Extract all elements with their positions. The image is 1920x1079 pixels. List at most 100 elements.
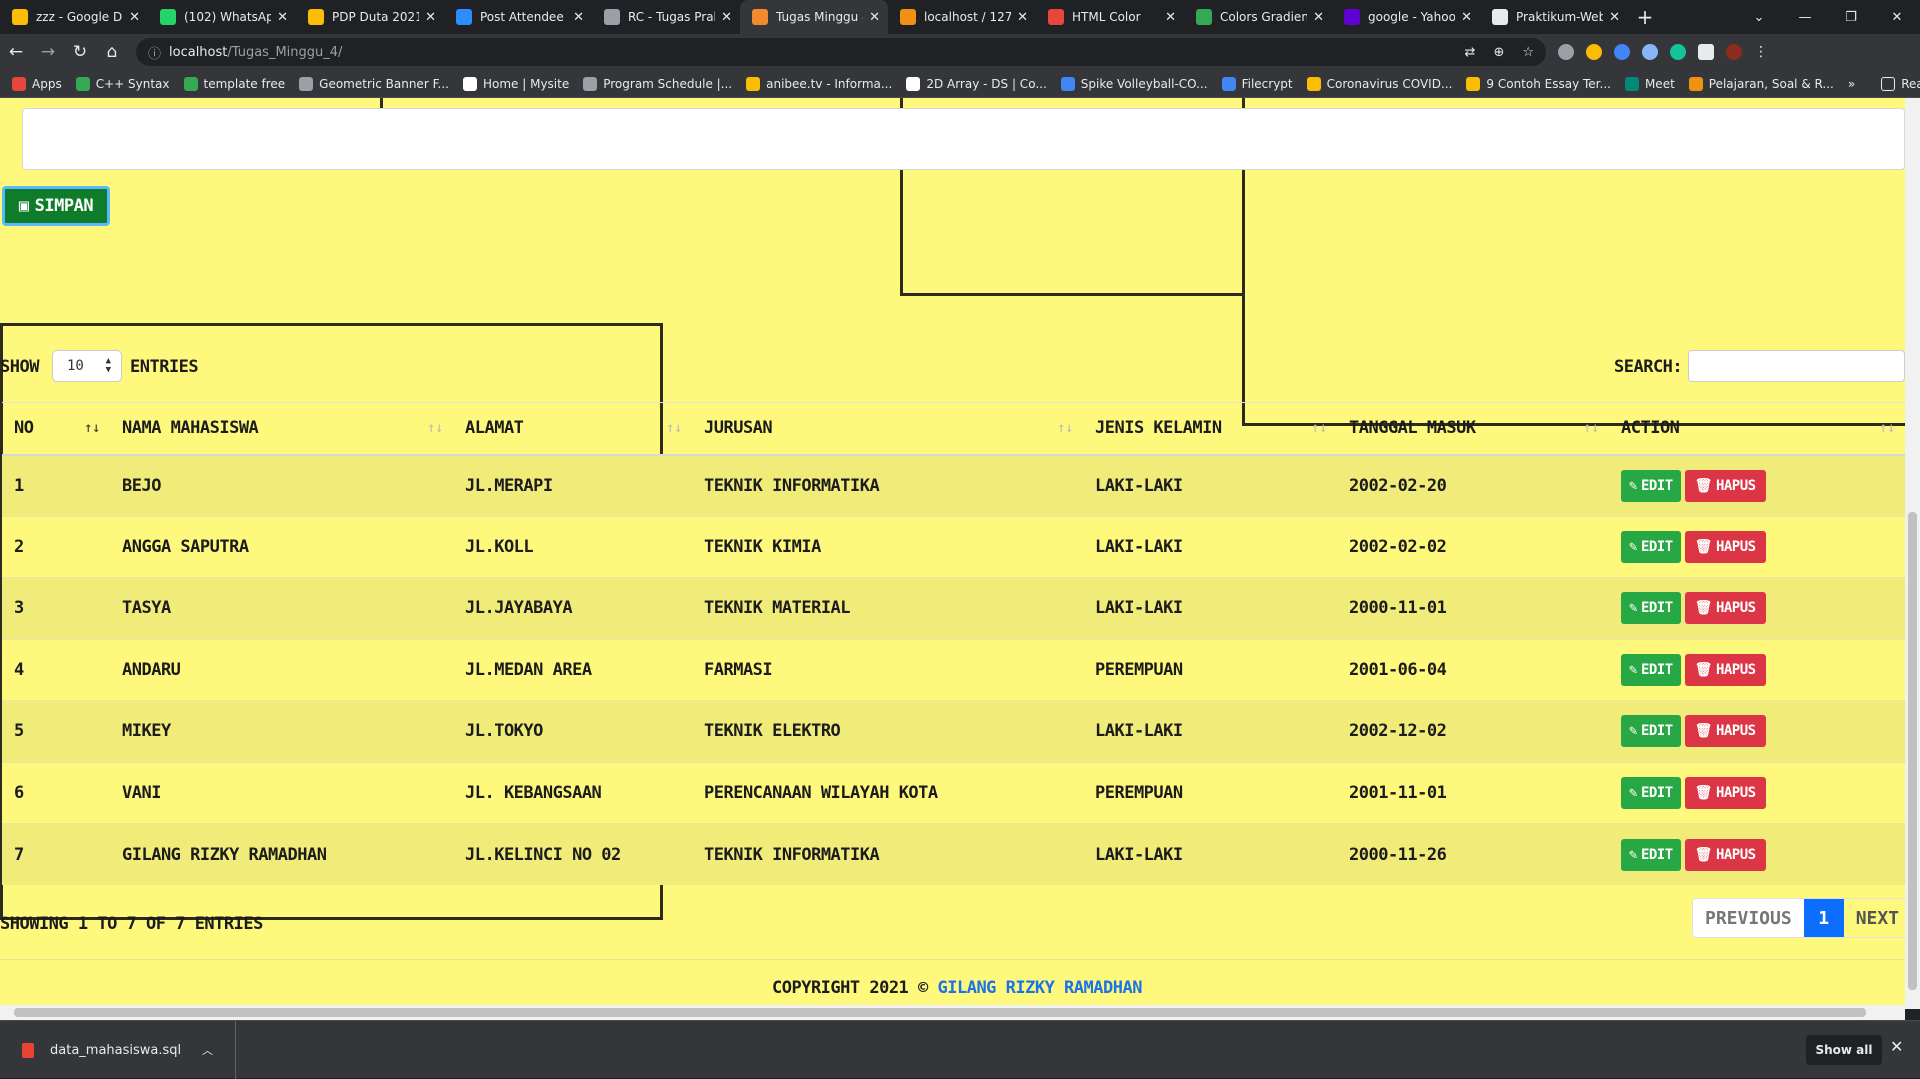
column-header-blank[interactable]: ↑↓: [648, 402, 692, 456]
browser-tab[interactable]: Post Attendee - ✕: [444, 0, 592, 34]
bookmark-item[interactable]: template free: [183, 76, 285, 91]
edit-button[interactable]: ✎ EDIT: [1621, 715, 1681, 748]
delete-button[interactable]: 🗑 HAPUS: [1684, 838, 1766, 871]
next-page-button[interactable]: NEXT: [1843, 899, 1905, 937]
puzzle-icon[interactable]: [1698, 44, 1714, 60]
browser-tab[interactable]: PDP Duta 2021 ✕: [296, 0, 444, 34]
bookmark-item[interactable]: anibee.tv - Informa...: [746, 76, 892, 91]
browser-tab[interactable]: google - Yahoo ✕: [1332, 0, 1480, 34]
previous-page-button[interactable]: PREVIOUS: [1693, 899, 1804, 937]
bookmark-item[interactable]: 2D Array - DS | Co...: [906, 76, 1047, 91]
form-text-field[interactable]: [22, 108, 1905, 170]
new-tab-button[interactable]: +: [1628, 0, 1662, 34]
bookmark-item[interactable]: Filecrypt: [1221, 76, 1293, 91]
bookmark-item[interactable]: Coronavirus COVID...: [1306, 76, 1452, 91]
edit-button[interactable]: ✎ EDIT: [1621, 653, 1681, 686]
tab-close-icon[interactable]: ✕: [1609, 10, 1620, 25]
vertical-scrollbar[interactable]: [1905, 98, 1920, 1009]
column-header-jenis-kelamin[interactable]: JENIS KELAMIN ↑↓: [1083, 402, 1337, 456]
home-icon[interactable]: ⌂: [96, 42, 128, 62]
bookmark-item[interactable]: Apps: [12, 76, 62, 91]
reload-icon[interactable]: ↻: [64, 42, 96, 62]
site-info-icon[interactable]: ⓘ: [148, 43, 161, 62]
translate-icon[interactable]: ⇄: [1465, 45, 1476, 60]
browser-tab[interactable]: HTML Color ✕: [1036, 0, 1184, 34]
tab-close-icon[interactable]: ✕: [1017, 10, 1028, 25]
tab-close-icon[interactable]: ✕: [129, 10, 140, 25]
bookmark-item[interactable]: Spike Volleyball-CO...: [1060, 76, 1208, 91]
bookmark-item[interactable]: Geometric Banner F...: [299, 76, 449, 91]
author-link[interactable]: GILANG RIZKY RAMADHAN: [938, 978, 1143, 998]
globe-extension-icon[interactable]: [1558, 44, 1574, 60]
bookmark-item[interactable]: Pelajaran, Soal & R...: [1688, 76, 1834, 91]
bookmark-item[interactable]: C++ Syntax: [75, 76, 170, 91]
column-header-action[interactable]: ACTION ↑↓: [1609, 402, 1905, 456]
bookmark-item[interactable]: Home | Mysite: [462, 76, 569, 91]
m-extension-icon[interactable]: [1670, 44, 1686, 60]
tab-close-icon[interactable]: ✕: [1165, 10, 1176, 25]
browser-tab[interactable]: localhost / 127.0 ✕: [888, 0, 1036, 34]
page-length-select[interactable]: 10 ▲ ▼: [52, 350, 122, 382]
column-header-no[interactable]: NO ↑↓: [2, 402, 110, 456]
delete-button[interactable]: 🗑 HAPUS: [1684, 715, 1766, 748]
zoom-icon[interactable]: ⊕: [1493, 45, 1504, 60]
color-extension-icon[interactable]: [1586, 44, 1602, 60]
edit-button[interactable]: ✎ EDIT: [1621, 530, 1681, 563]
delete-button[interactable]: 🗑 HAPUS: [1684, 776, 1766, 809]
bookmark-item[interactable]: Program Schedule |...: [583, 76, 732, 91]
delete-button[interactable]: 🗑 HAPUS: [1684, 592, 1766, 625]
menu-kebab-icon[interactable]: ⋮: [1754, 44, 1768, 60]
tab-search-icon[interactable]: ⌄: [1736, 0, 1782, 34]
vertical-scroll-thumb[interactable]: [1908, 512, 1917, 990]
back-icon[interactable]: ←: [0, 42, 32, 62]
edit-button[interactable]: ✎ EDIT: [1621, 838, 1681, 871]
tab-close-icon[interactable]: ✕: [721, 10, 732, 25]
column-header-jurusan[interactable]: JURUSAN ↑↓: [692, 402, 1083, 456]
restore-button[interactable]: ❐: [1828, 0, 1874, 34]
tab-title: PDP Duta 2021: [332, 10, 420, 24]
bookmark-star-icon[interactable]: ☆: [1522, 45, 1534, 60]
delete-button[interactable]: 🗑 HAPUS: [1684, 653, 1766, 686]
bookmark-item[interactable]: Meet: [1624, 76, 1675, 91]
reading-list-button[interactable]: Reading list: [1881, 76, 1920, 91]
delete-button[interactable]: 🗑 HAPUS: [1684, 530, 1766, 563]
tab-close-icon[interactable]: ✕: [1313, 10, 1324, 25]
tab-close-icon[interactable]: ✕: [869, 10, 880, 25]
browser-tab[interactable]: Colors Gradient ✕: [1184, 0, 1332, 34]
tab-close-icon[interactable]: ✕: [425, 10, 436, 25]
browser-tab[interactable]: Praktikum-Web ✕: [1480, 0, 1628, 34]
browser-tab[interactable]: RC - Tugas Prak ✕: [592, 0, 740, 34]
tab-close-icon[interactable]: ✕: [1461, 10, 1472, 25]
diamond-extension-icon[interactable]: [1614, 44, 1630, 60]
tab-close-icon[interactable]: ✕: [573, 10, 584, 25]
horizontal-scroll-thumb[interactable]: [14, 1008, 1866, 1017]
column-header-tanggal-masuk[interactable]: TANGGAL MASUK ↑↓: [1337, 402, 1609, 456]
save-button[interactable]: ▣ SIMPAN: [2, 186, 110, 226]
search-input[interactable]: [1688, 350, 1905, 382]
show-all-button[interactable]: Show all: [1806, 1035, 1882, 1065]
download-item[interactable]: data_mahasiswa.sql ︿: [14, 1021, 236, 1079]
edit-button[interactable]: ✎ EDIT: [1621, 776, 1681, 809]
chevron-up-icon[interactable]: ︿: [202, 1042, 213, 1058]
close-window-button[interactable]: ✕: [1874, 0, 1920, 34]
browser-tab[interactable]: zzz - Google Dr ✕: [0, 0, 148, 34]
bookmarks-overflow-button[interactable]: »: [1848, 77, 1855, 91]
page-1-button[interactable]: 1: [1803, 899, 1844, 937]
bookmark-item[interactable]: 9 Contoh Essay Ter...: [1466, 76, 1611, 91]
column-header-nama[interactable]: NAMA MAHASISWA ↑↓: [110, 402, 453, 456]
minimize-button[interactable]: —: [1782, 0, 1828, 34]
column-header-alamat[interactable]: ALAMAT: [453, 402, 648, 456]
edit-button[interactable]: ✎ EDIT: [1621, 592, 1681, 625]
edit-button[interactable]: ✎ EDIT: [1621, 469, 1681, 502]
forward-icon[interactable]: →: [32, 42, 64, 62]
bookmark-favicon-icon: [299, 76, 314, 91]
browser-tab[interactable]: (102) WhatsApp ✕: [148, 0, 296, 34]
close-download-bar-icon[interactable]: ✕: [1890, 1037, 1903, 1056]
delete-button[interactable]: 🗑 HAPUS: [1684, 469, 1766, 502]
profile-avatar[interactable]: [1726, 44, 1742, 60]
address-bar[interactable]: ⓘ localhost/Tugas_Minggu_4/ ⇄ ⊕ ☆: [136, 38, 1546, 66]
eye-extension-icon[interactable]: [1642, 44, 1658, 60]
tab-close-icon[interactable]: ✕: [277, 10, 288, 25]
horizontal-scrollbar[interactable]: [0, 1005, 1905, 1020]
browser-tab[interactable]: Tugas Minggu 4 ✕: [740, 0, 888, 34]
